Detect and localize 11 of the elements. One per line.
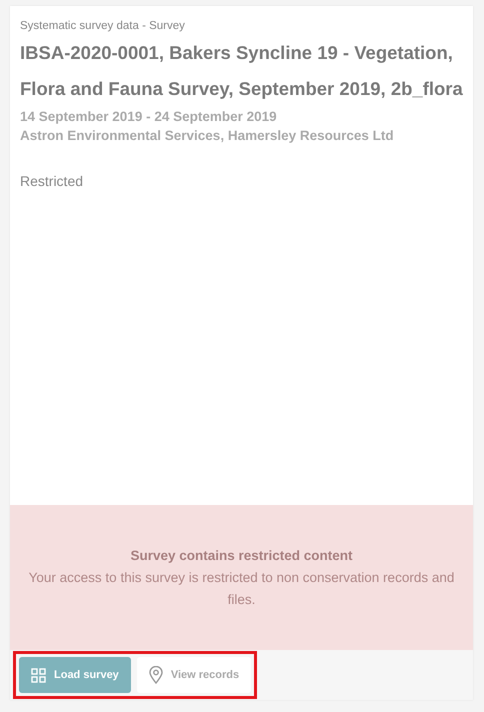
survey-title: IBSA-2020-0001, Bakers Syncline 19 - Vegetation, Flora and Fauna Survey, September 2019, 2b_flora bbox=[20, 41, 463, 102]
grid-icon bbox=[31, 668, 46, 682]
restriction-message: Your access to this survey is restricted to non conservation records and files. bbox=[28, 568, 456, 608]
restriction-title: Survey contains restricted content bbox=[130, 546, 353, 565]
load-button[interactable]: Load survey bbox=[19, 657, 131, 693]
map-pin-icon bbox=[148, 666, 163, 684]
access-label: Restricted bbox=[20, 172, 84, 192]
view-button[interactable]: View records bbox=[136, 657, 252, 693]
category-label: Systematic survey data - Survey bbox=[20, 19, 186, 34]
date-range: 14 September 2019 - 24 September 2019 bbox=[20, 109, 277, 124]
organisations-text: Astron Environmental Services, Hamersley Resources Ltd bbox=[20, 128, 394, 144]
